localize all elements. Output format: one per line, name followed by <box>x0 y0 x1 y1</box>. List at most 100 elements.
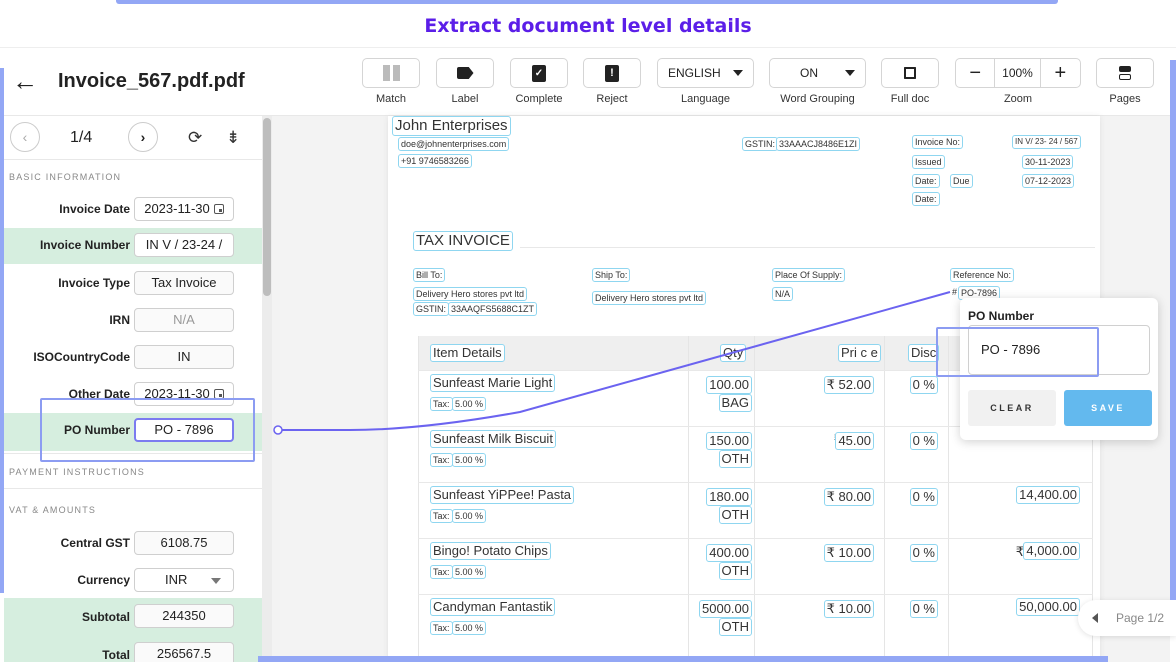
total-input[interactable]: 256567.5 <box>134 642 234 662</box>
price-value[interactable]: ₹ 80.00 <box>823 488 874 506</box>
irn-input[interactable]: N/A <box>134 308 234 332</box>
caret-left-icon[interactable] <box>1092 613 1098 623</box>
word-due[interactable]: Due <box>950 174 973 188</box>
word-date-label[interactable]: Date: <box>912 174 940 188</box>
amount-value[interactable]: 4,000.00 <box>1023 542 1080 560</box>
invoice-number-input[interactable]: IN V / 23-24 / <box>134 233 234 257</box>
word-company[interactable]: John Enterprises <box>392 116 511 136</box>
word-grouping-tool[interactable]: ON Word Grouping <box>769 58 866 105</box>
pages-tool[interactable]: Pages <box>1096 58 1154 105</box>
tax-label[interactable]: Tax: <box>430 565 453 579</box>
price-value[interactable]: ₹ 10.00 <box>823 600 874 618</box>
tax-label[interactable]: Tax: <box>430 397 453 411</box>
pages-button[interactable] <box>1096 58 1154 88</box>
unit-value[interactable]: OTH <box>718 562 752 580</box>
save-button[interactable]: SAVE <box>1064 390 1152 426</box>
word-bill-to[interactable]: Delivery Hero stores pvt ltd <box>413 287 528 301</box>
word-place-label[interactable]: Place Of Supply: <box>772 268 846 282</box>
word-due-date[interactable]: 07-12-2023 <box>1022 174 1075 188</box>
word-ship-to[interactable]: Delivery Hero stores pvt ltd <box>592 291 707 305</box>
word-place[interactable]: N/A <box>772 287 794 301</box>
full-doc-button[interactable] <box>881 58 939 88</box>
reject-tool[interactable]: ! Reject <box>583 58 641 105</box>
label-tool[interactable]: Label <box>436 58 494 105</box>
iso-country-code-input[interactable]: IN <box>134 345 234 369</box>
word-issued[interactable]: Issued <box>912 155 945 169</box>
sync-icon[interactable]: ⟳ <box>188 128 202 148</box>
word-email[interactable]: doe@johnenterprises.com <box>398 137 510 151</box>
word-invoice-no-label[interactable]: Invoice No: <box>912 135 964 149</box>
word-ref-label[interactable]: Reference No: <box>950 268 1015 282</box>
invoice-type-input[interactable]: Tax Invoice <box>134 271 234 295</box>
page-nav[interactable]: Page 1/2 <box>1078 600 1176 636</box>
full-doc-tool[interactable]: Full doc <box>881 58 939 105</box>
tax-value[interactable]: 5.00 % <box>452 453 487 467</box>
unit-value[interactable]: OTH <box>718 450 752 468</box>
unit-value[interactable]: OTH <box>718 618 752 636</box>
qty-value[interactable]: 180.00 <box>706 488 752 506</box>
sidebar-scrollbar[interactable] <box>262 116 272 662</box>
word-grouping-select[interactable]: ON <box>769 58 866 88</box>
currency-select[interactable]: INR <box>134 568 234 592</box>
scrollbar-thumb[interactable] <box>263 118 271 296</box>
qty-value[interactable]: 400.00 <box>706 544 752 562</box>
disc-value[interactable]: 0 % <box>909 600 938 618</box>
word-bill-gstin-label[interactable]: GSTIN: <box>413 302 450 316</box>
match-tool[interactable]: Match <box>362 58 420 105</box>
item-name[interactable]: Sunfeast Milk Biscuit <box>430 430 556 448</box>
header-qty[interactable]: Qty <box>720 344 747 362</box>
amount-value[interactable]: 14,400.00 <box>1016 486 1080 504</box>
subtotal-input[interactable]: 244350 <box>134 604 234 628</box>
zoom-in-button[interactable]: + <box>1041 59 1080 87</box>
disc-value[interactable]: 0 % <box>909 376 938 394</box>
qty-value[interactable]: 150.00 <box>706 432 752 450</box>
prev-page-button[interactable]: ‹ <box>10 122 40 152</box>
word-tax-invoice[interactable]: TAX INVOICE <box>413 231 513 251</box>
next-page-button[interactable]: › <box>128 122 158 152</box>
amount-value[interactable]: 50,000.00 <box>1016 598 1080 616</box>
header-disc[interactable]: Disc <box>908 344 940 362</box>
language-select[interactable]: ENGLISH <box>657 58 754 88</box>
disc-value[interactable]: 0 % <box>909 432 938 450</box>
disc-value[interactable]: 0 % <box>909 544 938 562</box>
tax-value[interactable]: 5.00 % <box>452 565 487 579</box>
word-invoice-no[interactable]: IN V/ 23- 24 / 567 <box>1012 135 1081 149</box>
word-phone[interactable]: +91 9746583266 <box>398 154 472 168</box>
word-date-label-2[interactable]: Date: <box>912 192 940 206</box>
reject-button[interactable]: ! <box>583 58 641 88</box>
tax-label[interactable]: Tax: <box>430 453 453 467</box>
central-gst-input[interactable]: 6108.75 <box>134 531 234 555</box>
calendar-icon[interactable] <box>213 204 224 214</box>
tax-label[interactable]: Tax: <box>430 509 453 523</box>
disc-value[interactable]: 0 % <box>909 488 938 506</box>
item-name[interactable]: Bingo! Potato Chips <box>430 542 551 560</box>
arrow-left-icon[interactable]: ← <box>12 68 38 94</box>
label-button[interactable] <box>436 58 494 88</box>
unit-value[interactable]: OTH <box>718 506 752 524</box>
tax-value[interactable]: 5.00 % <box>452 397 487 411</box>
qty-value[interactable]: 5000.00 <box>699 600 752 618</box>
unit-value[interactable]: BAG <box>718 394 752 412</box>
filter-icon[interactable]: ⇟ <box>226 128 240 148</box>
header-price[interactable]: Pri c e <box>838 344 881 362</box>
tax-value[interactable]: 5.00 % <box>452 621 487 635</box>
clear-button[interactable]: CLEAR <box>968 390 1056 426</box>
item-name[interactable]: Sunfeast Marie Light <box>430 374 556 392</box>
price-value[interactable]: 45.00 <box>835 432 874 450</box>
word-bill-to-label[interactable]: Bill To: <box>413 268 446 282</box>
item-name[interactable]: Candyman Fantastik <box>430 598 556 616</box>
price-value[interactable]: ₹ 10.00 <box>823 544 874 562</box>
word-gstin-label[interactable]: GSTIN: <box>742 137 779 151</box>
price-value[interactable]: ₹ 52.00 <box>823 376 874 394</box>
word-bill-gstin[interactable]: 33AAQFS5688C1ZT <box>448 302 538 316</box>
complete-button[interactable]: ✓ <box>510 58 568 88</box>
language-tool[interactable]: ENGLISH Language <box>657 58 754 105</box>
word-issued-date[interactable]: 30-11-2023 <box>1022 155 1074 169</box>
complete-tool[interactable]: ✓ Complete <box>510 58 568 105</box>
header-item-details[interactable]: Item Details <box>430 344 505 362</box>
word-gstin[interactable]: 33AAACJ8486E1ZI <box>776 137 861 151</box>
tax-label[interactable]: Tax: <box>430 621 453 635</box>
item-name[interactable]: Sunfeast YiPPee! Pasta <box>430 486 575 504</box>
zoom-out-button[interactable]: − <box>956 59 996 87</box>
tax-value[interactable]: 5.00 % <box>452 509 487 523</box>
